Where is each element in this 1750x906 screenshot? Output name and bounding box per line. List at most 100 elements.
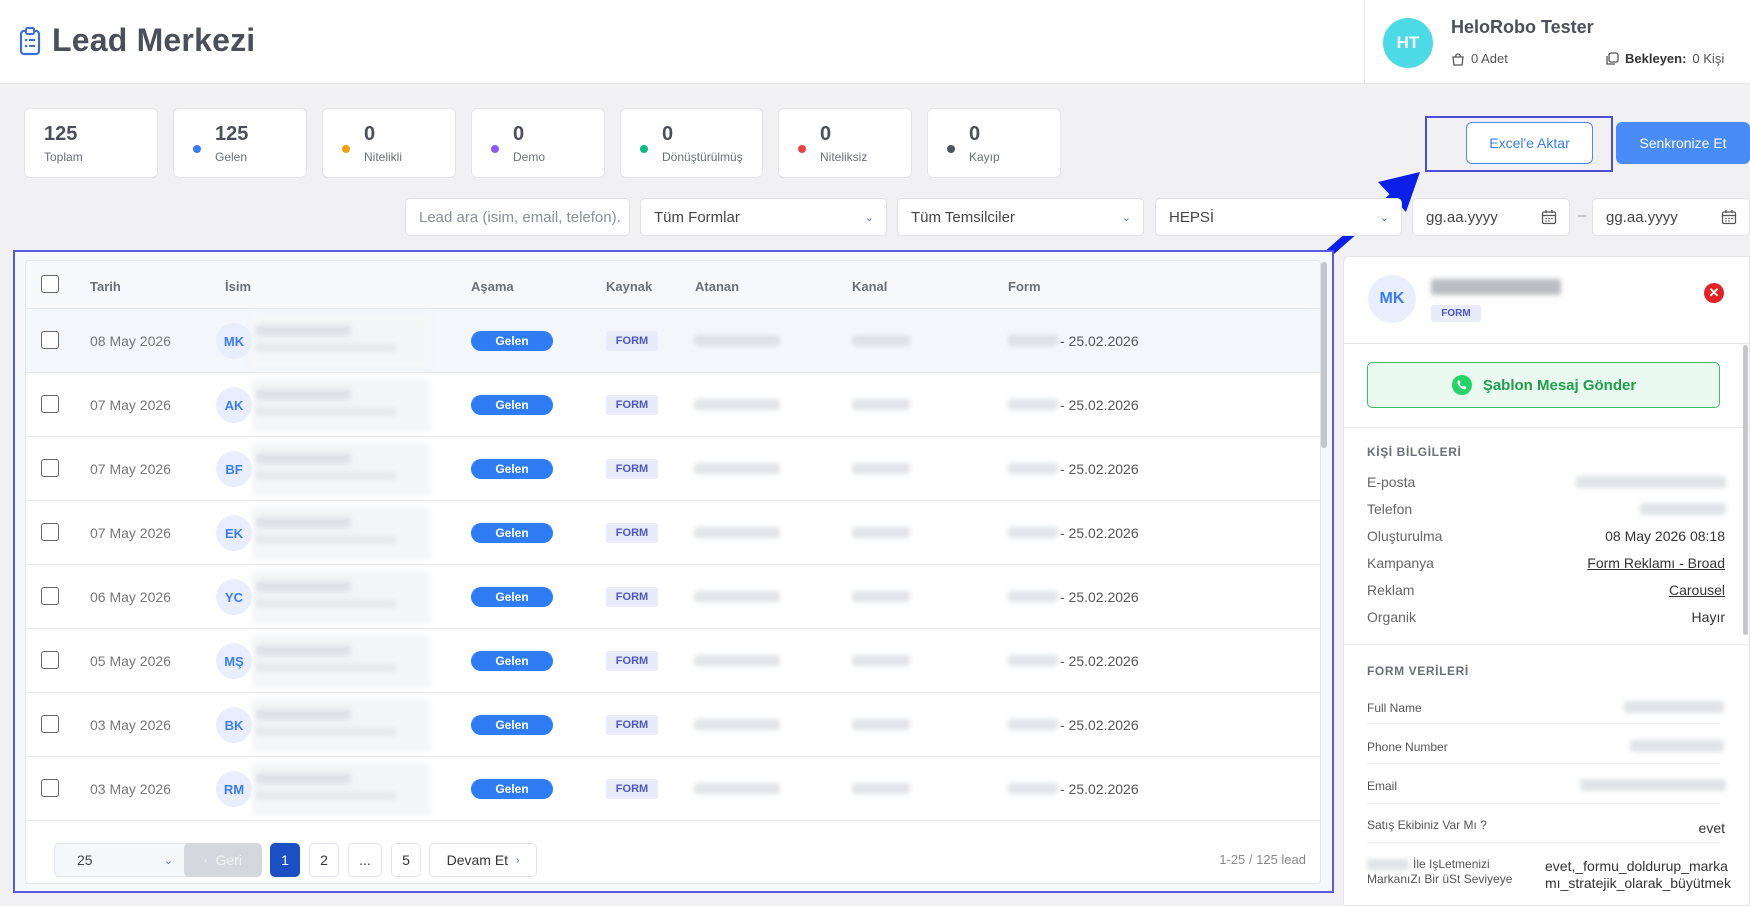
user-pending: Bekleyen: 0 Kişi	[1605, 51, 1724, 66]
page-button-2[interactable]: 2	[309, 843, 339, 877]
source-badge: FORM	[606, 395, 658, 415]
col-header-source[interactable]: Kaynak	[606, 279, 652, 294]
row-checkbox[interactable]	[41, 331, 59, 349]
stage-filter-select[interactable]: HEPSİ ⌄	[1155, 198, 1402, 236]
date-to-input[interactable]: gg.aa.yyyy	[1592, 198, 1750, 236]
close-icon[interactable]: ✕	[1704, 283, 1724, 303]
stage-badge[interactable]: Gelen	[471, 587, 553, 607]
row-form-date: - 25.02.2026	[1060, 397, 1139, 413]
col-header-form[interactable]: Form	[1008, 279, 1041, 294]
col-header-date[interactable]: Tarih	[90, 279, 121, 294]
redacted-assignee	[694, 399, 780, 410]
user-name: HeloRobo Tester	[1451, 17, 1594, 37]
row-avatar: MK	[216, 323, 252, 359]
export-excel-button[interactable]: Excel'e Aktar	[1466, 122, 1593, 164]
form-filter-select[interactable]: Tüm Formlar ⌄	[640, 198, 887, 236]
user-avatar[interactable]: HT	[1383, 18, 1433, 68]
detail-scrollbar[interactable]	[1743, 345, 1748, 635]
row-checkbox[interactable]	[41, 459, 59, 477]
ad-link[interactable]: Carousel	[1669, 582, 1725, 598]
redacted-channel	[852, 719, 910, 730]
rep-filter-select[interactable]: Tüm Temsilciler ⌄	[897, 198, 1144, 236]
search-input[interactable]: Lead ara (isim, email, telefon).	[405, 198, 630, 236]
calendar-icon[interactable]	[1541, 209, 1557, 225]
redacted-form	[1008, 783, 1058, 794]
stage-badge[interactable]: Gelen	[471, 523, 553, 543]
stat-card-gelen[interactable]: 125 Gelen	[173, 108, 307, 178]
next-page-button[interactable]: Devam Et ›	[429, 843, 537, 877]
source-badge: FORM	[606, 459, 658, 479]
table-row[interactable]: 07 May 2026 AK Gelen FORM - 25.02.2026	[26, 373, 1320, 437]
sync-button[interactable]: Senkronize Et	[1616, 122, 1750, 164]
table-row[interactable]: 03 May 2026 RM Gelen FORM - 25.02.2026	[26, 757, 1320, 821]
calendar-icon[interactable]	[1721, 209, 1737, 225]
page-title: Lead Merkezi	[52, 22, 256, 58]
date-from-input[interactable]: gg.aa.yyyy	[1412, 198, 1570, 236]
stage-badge[interactable]: Gelen	[471, 395, 553, 415]
whatsapp-icon	[1451, 375, 1472, 395]
table-row[interactable]: 07 May 2026 EK Gelen FORM - 25.02.2026	[26, 501, 1320, 565]
chevron-down-icon: ⌄	[163, 855, 173, 867]
table-row[interactable]: 06 May 2026 YC Gelen FORM - 25.02.2026	[26, 565, 1320, 629]
stat-card-kayip[interactable]: 0 Kayıp	[927, 108, 1061, 178]
organic-label: Organik	[1367, 609, 1417, 625]
row-checkbox[interactable]	[41, 587, 59, 605]
status-dot	[947, 145, 955, 153]
table-scrollbar[interactable]	[1321, 262, 1327, 448]
table-row[interactable]: 05 May 2026 MŞ Gelen FORM - 25.02.2026	[26, 629, 1320, 693]
redacted-assignee	[694, 783, 780, 794]
stage-badge[interactable]: Gelen	[471, 715, 553, 735]
form-field-label-text: İle IşLetmenizi MarkanıZı Bir üSt Seviye…	[1367, 857, 1513, 886]
detail-avatar: MK	[1368, 275, 1416, 323]
table-row[interactable]: 07 May 2026 BF Gelen FORM - 25.02.2026	[26, 437, 1320, 501]
form-field-value: evet	[1698, 820, 1725, 836]
stage-badge[interactable]: Gelen	[471, 779, 553, 799]
prev-page-button[interactable]: ‹ Geri	[184, 843, 262, 877]
chevron-down-icon: ⌄	[864, 212, 874, 224]
user-count-label: 0 Adet	[1471, 51, 1508, 66]
row-checkbox[interactable]	[41, 523, 59, 541]
col-header-name[interactable]: İsim	[225, 279, 251, 294]
row-checkbox[interactable]	[41, 779, 59, 797]
page-button-1[interactable]: 1	[270, 843, 300, 877]
per-page-select[interactable]: 25 ⌄	[54, 843, 194, 877]
select-all-checkbox[interactable]	[41, 275, 59, 293]
send-template-message-button[interactable]: Şablon Mesaj Gönder	[1367, 362, 1720, 408]
stage-badge[interactable]: Gelen	[471, 331, 553, 351]
table-row[interactable]: 08 May 2026 MK Gelen FORM - 25.02.2026	[26, 309, 1320, 373]
source-badge: FORM	[606, 587, 658, 607]
stat-label: Kayıp	[969, 150, 1000, 164]
stat-label: Demo	[513, 150, 546, 164]
redacted-form	[1008, 335, 1058, 346]
row-checkbox[interactable]	[41, 715, 59, 733]
stat-card-donusturulmus[interactable]: 0 Dönüştürülmüş	[620, 108, 763, 178]
col-header-assignee[interactable]: Atanan	[695, 279, 739, 294]
page-button-5[interactable]: 5	[391, 843, 421, 877]
stat-card-nitelikli[interactable]: 0 Nitelikli	[322, 108, 456, 178]
redacted-email	[256, 471, 396, 480]
stat-card-niteliksiz[interactable]: 0 Niteliksiz	[778, 108, 912, 178]
organic-value: Hayır	[1691, 609, 1725, 625]
redacted-name	[256, 325, 351, 336]
redacted-email	[256, 599, 396, 608]
redacted-assignee	[694, 463, 780, 474]
stage-badge[interactable]: Gelen	[471, 651, 553, 671]
stat-card-total[interactable]: 125 Toplam	[24, 108, 158, 178]
campaign-link[interactable]: Form Reklamı - Broad	[1587, 555, 1725, 571]
stat-card-demo[interactable]: 0 Demo	[471, 108, 605, 178]
redacted-channel	[852, 655, 910, 666]
stat-label: Gelen	[215, 150, 248, 164]
table-row[interactable]: 03 May 2026 BK Gelen FORM - 25.02.2026	[26, 693, 1320, 757]
redacted-name	[252, 635, 430, 687]
redacted-form	[1008, 591, 1058, 602]
campaign-label: Kampanya	[1367, 555, 1434, 571]
stage-badge[interactable]: Gelen	[471, 459, 553, 479]
row-checkbox[interactable]	[41, 395, 59, 413]
row-form-date: - 25.02.2026	[1060, 781, 1139, 797]
row-checkbox[interactable]	[41, 651, 59, 669]
chevron-down-icon: ⌄	[1121, 212, 1131, 224]
redacted-value	[1580, 779, 1726, 791]
col-header-stage[interactable]: Aşama	[471, 279, 514, 294]
col-header-channel[interactable]: Kanal	[852, 279, 887, 294]
row-form-date: - 25.02.2026	[1060, 461, 1139, 477]
